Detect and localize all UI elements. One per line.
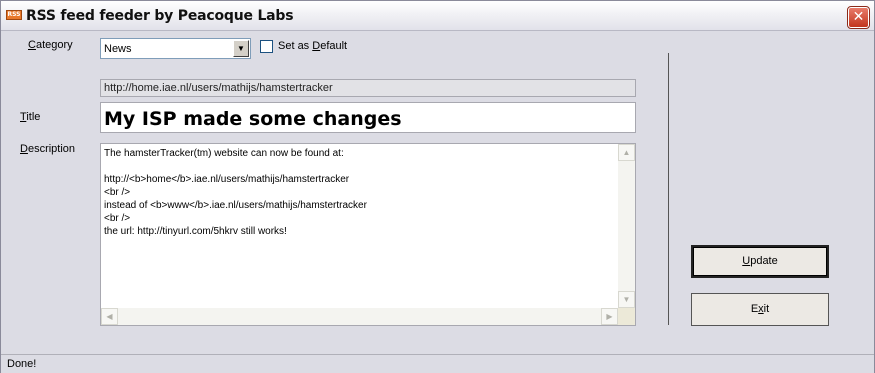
- scrollbar-corner: [618, 308, 635, 325]
- category-label-text: ategory: [35, 39, 73, 51]
- scroll-right-icon[interactable]: ▶: [601, 308, 618, 325]
- horizontal-scrollbar[interactable]: ◀ ▶: [101, 308, 618, 325]
- description-label: Description: [20, 143, 75, 155]
- category-select[interactable]: News ▼: [100, 38, 251, 59]
- title-bar[interactable]: RSS RSS feed feeder by Peacoque Labs ✕: [1, 1, 874, 31]
- set-default-label-post: efault: [320, 40, 348, 52]
- scroll-down-icon[interactable]: ▼: [618, 291, 635, 308]
- rss-app-icon: RSS: [6, 10, 22, 20]
- set-default-label-pre: Set as: [278, 40, 313, 52]
- category-select-value: News: [104, 43, 132, 55]
- category-label: Category: [28, 39, 73, 51]
- vertical-divider: [668, 53, 669, 325]
- title-label-text: itle: [26, 111, 41, 123]
- description-label-accesskey: D: [20, 143, 28, 155]
- category-label-accesskey: C: [28, 39, 36, 51]
- title-input[interactable]: My ISP made some changes: [100, 102, 636, 133]
- update-button-accesskey: U: [742, 255, 751, 267]
- set-default-checkbox[interactable]: [260, 40, 273, 53]
- vertical-scrollbar[interactable]: ▲ ▼: [618, 144, 635, 308]
- update-button-label: pdate: [750, 255, 778, 267]
- description-label-text: escription: [27, 143, 76, 155]
- url-value: http://home.iae.nl/users/mathijs/hamster…: [104, 82, 333, 94]
- set-default-label-accesskey: D: [312, 40, 321, 52]
- exit-button[interactable]: Exit: [691, 293, 829, 326]
- scroll-up-icon[interactable]: ▲: [618, 144, 635, 161]
- title-label: Title: [20, 111, 40, 123]
- main-window: RSS RSS feed feeder by Peacoque Labs ✕ C…: [0, 0, 875, 373]
- description-textarea[interactable]: The hamsterTracker(tm) website can now b…: [100, 143, 636, 326]
- close-icon[interactable]: ✕: [847, 6, 870, 29]
- set-default-label[interactable]: Set as Default: [278, 40, 347, 52]
- scroll-left-icon[interactable]: ◀: [101, 308, 118, 325]
- update-button[interactable]: Update: [691, 245, 829, 278]
- chevron-down-icon[interactable]: ▼: [233, 40, 249, 57]
- status-bar: Done!: [1, 354, 874, 373]
- status-text: Done!: [7, 358, 37, 370]
- window-title: RSS feed feeder by Peacoque Labs: [26, 8, 294, 24]
- description-value: The hamsterTracker(tm) website can now b…: [104, 148, 367, 237]
- exit-button-label-post: it: [763, 303, 770, 315]
- url-field[interactable]: http://home.iae.nl/users/mathijs/hamster…: [100, 79, 636, 97]
- title-value: My ISP made some changes: [104, 108, 402, 130]
